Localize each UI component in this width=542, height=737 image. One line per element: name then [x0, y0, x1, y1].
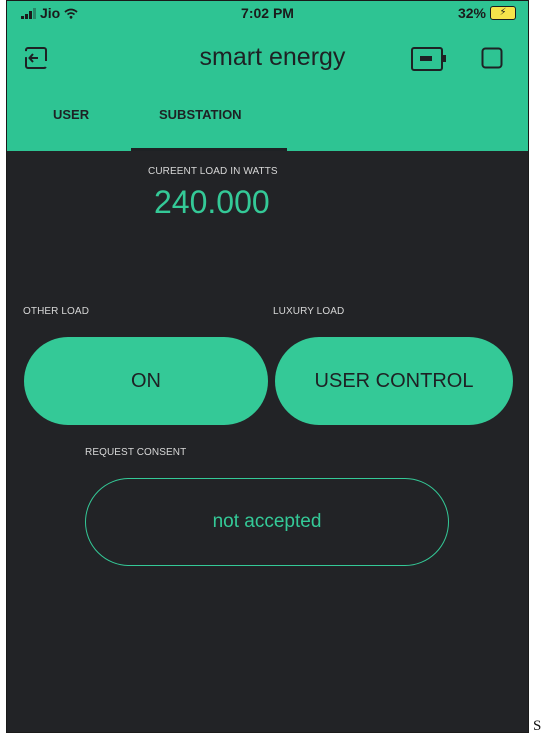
other-load-on-button[interactable]: ON	[24, 337, 268, 425]
app-title: smart energy	[199, 43, 346, 71]
status-bar: Jio 7:02 PM 32% ⚡	[7, 1, 528, 25]
phone-screen: Jio 7:02 PM 32% ⚡ smart energy USER SUBS…	[6, 0, 529, 733]
tab-user[interactable]: USER	[53, 107, 89, 122]
other-load-label: OTHER LOAD	[23, 306, 90, 317]
app-bar: smart energy USER SUBSTATION	[7, 25, 528, 151]
current-load-label: CUREENT LOAD IN WATTS	[148, 166, 278, 177]
square-icon[interactable]	[481, 47, 503, 69]
battery-charging-icon: ⚡	[490, 6, 516, 20]
luxury-load-label: LUXURY LOAD	[273, 306, 345, 317]
tab-substation[interactable]: SUBSTATION	[159, 107, 242, 122]
caption-fragment: S	[533, 718, 542, 734]
battery-percent: 32%	[457, 5, 486, 21]
device-icon[interactable]	[411, 47, 447, 71]
user-control-button[interactable]: USER CONTROL	[275, 337, 513, 425]
status-time: 7:02 PM	[241, 5, 294, 21]
consent-status-button[interactable]: not accepted	[85, 478, 449, 566]
request-consent-label: REQUEST CONSENT	[85, 447, 187, 458]
battery-group: 32% ⚡	[458, 5, 516, 21]
active-tab-indicator	[131, 148, 287, 151]
current-load-value: 240.000	[154, 184, 270, 220]
